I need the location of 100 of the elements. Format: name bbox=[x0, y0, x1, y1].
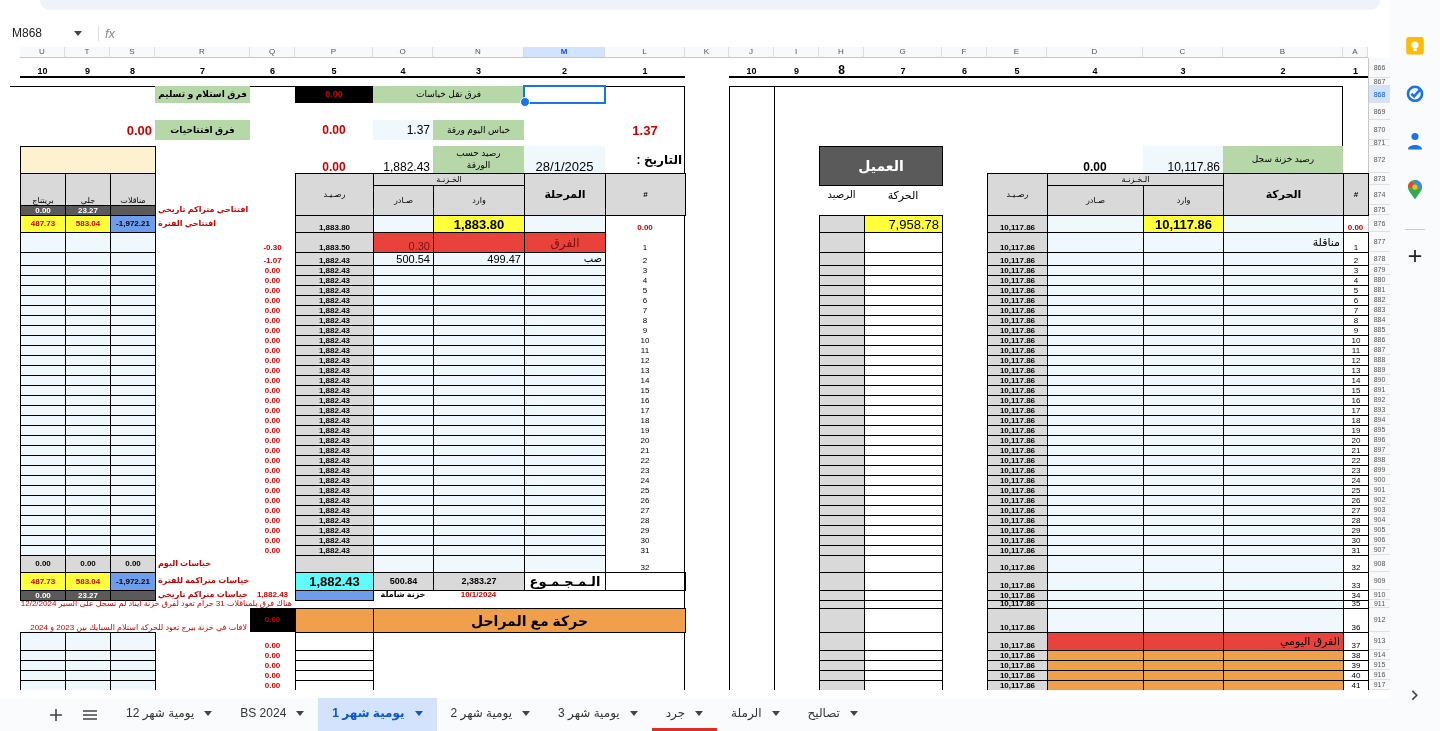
table-cell-text: 20 bbox=[639, 435, 651, 445]
column-header[interactable]: Q bbox=[250, 47, 295, 58]
column-header[interactable]: P bbox=[295, 47, 373, 58]
table-cell-text: 0.00 bbox=[263, 670, 282, 680]
section-title: حركة مع المراحل bbox=[373, 608, 686, 633]
sheet-tab[interactable]: BS 2024 bbox=[226, 698, 319, 731]
column-number: 10 bbox=[20, 58, 65, 78]
column-number: 6 bbox=[250, 58, 295, 78]
table-cell-text: 0.00 bbox=[263, 435, 282, 445]
table-cell-text: 0.00 bbox=[263, 265, 282, 275]
caret-icon[interactable] bbox=[204, 710, 213, 716]
column-header[interactable]: U bbox=[20, 47, 65, 58]
column-header[interactable]: I bbox=[774, 47, 819, 58]
column-header[interactable]: F bbox=[942, 47, 987, 58]
table-cell: 10,117.86 bbox=[987, 215, 1048, 233]
table-cell-text: 23 bbox=[639, 465, 651, 475]
sheet-tab[interactable]: تصاليح bbox=[793, 698, 872, 731]
column-heading: وارد bbox=[433, 185, 525, 216]
column-header[interactable]: T bbox=[65, 47, 110, 58]
sheet-tab[interactable]: يومية شهر 2 bbox=[436, 698, 545, 731]
table-cell-text: 12 bbox=[639, 355, 651, 365]
column-number: 1 bbox=[1343, 58, 1368, 78]
caret-icon[interactable] bbox=[771, 710, 780, 716]
person-icon[interactable] bbox=[1407, 132, 1423, 150]
caret-icon[interactable] bbox=[849, 710, 858, 716]
table-cell-text: 0.00 bbox=[263, 525, 282, 535]
table-cell-text: 1,882.43 bbox=[382, 159, 431, 173]
column-heading: مناقلات bbox=[110, 173, 156, 206]
column-header[interactable]: J bbox=[729, 47, 774, 58]
caret-icon[interactable] bbox=[629, 710, 638, 716]
table-cell-text: 0.00 bbox=[263, 335, 282, 345]
table-cell-text: 0.00 bbox=[263, 315, 282, 325]
add-icon[interactable] bbox=[50, 708, 62, 721]
map-pin-icon[interactable] bbox=[1407, 179, 1423, 200]
table-cell-text: 0.00 bbox=[263, 640, 282, 650]
column-heading: الحركة bbox=[886, 187, 920, 204]
name-box[interactable]: M868 bbox=[0, 26, 74, 40]
menu-icon[interactable] bbox=[83, 709, 97, 720]
table-cell: 1,882.43 bbox=[295, 252, 374, 266]
column-header[interactable]: D bbox=[1047, 47, 1143, 58]
sheet-tab[interactable]: الرملة bbox=[717, 698, 794, 731]
table-cell-text: 0.00 bbox=[263, 275, 282, 285]
column-header[interactable]: N bbox=[433, 47, 524, 58]
table-cell: صب bbox=[524, 252, 606, 266]
caret-icon[interactable] bbox=[695, 710, 704, 716]
column-header[interactable]: C bbox=[1143, 47, 1223, 58]
table-cell-text: 5 bbox=[641, 285, 649, 295]
column-header[interactable]: A bbox=[1343, 47, 1368, 58]
table-cell-text: 0.00 bbox=[263, 305, 282, 315]
table-cell: 487.73 bbox=[20, 215, 66, 233]
column-header[interactable]: R bbox=[155, 47, 250, 58]
column-header[interactable]: S bbox=[110, 47, 155, 58]
table-cell-text: 32 bbox=[639, 562, 651, 572]
column-number: 7 bbox=[864, 58, 942, 78]
table-cell-text: 0.00 bbox=[263, 660, 282, 670]
table-cell-text: 10/1/2024 bbox=[459, 590, 498, 600]
table-cell-text: 16 bbox=[639, 395, 651, 405]
column-heading: رصـيـد bbox=[295, 173, 374, 216]
table-cell-text: 0.00 bbox=[263, 285, 282, 295]
column-heading: بريتناج bbox=[20, 173, 66, 206]
column-header[interactable]: O bbox=[373, 47, 433, 58]
table-cell: 1.37 bbox=[373, 120, 433, 140]
sheet-tab[interactable]: يومية شهر 1 bbox=[318, 698, 437, 731]
check-circle-icon[interactable] bbox=[1405, 84, 1425, 103]
chevron-right-icon[interactable] bbox=[1411, 690, 1419, 701]
table-cell-text: 25 bbox=[639, 485, 651, 495]
table-cell: الفرق bbox=[524, 232, 606, 253]
sheet-tab[interactable]: جرد bbox=[651, 698, 718, 731]
sheet-tab[interactable]: يومية شهر 12 bbox=[112, 698, 227, 731]
table-cell-text: 0.00 bbox=[263, 425, 282, 435]
row-label: افتتاحي الفترة bbox=[157, 217, 218, 230]
add-icon[interactable] bbox=[1408, 250, 1422, 263]
column-header[interactable]: G bbox=[864, 47, 942, 58]
caret-icon[interactable] bbox=[414, 710, 423, 716]
column-header[interactable]: L bbox=[605, 47, 685, 58]
column-header[interactable]: M bbox=[524, 47, 605, 58]
column-heading: # bbox=[605, 173, 686, 216]
table-cell-text: 1,882.43 bbox=[256, 590, 290, 599]
column-heading: المرحلة bbox=[524, 173, 606, 216]
column-number: 2 bbox=[524, 58, 605, 78]
column-heading: جلي bbox=[65, 173, 111, 206]
column-header[interactable]: H bbox=[819, 47, 864, 58]
column-header[interactable]: K bbox=[685, 47, 729, 58]
table-cell-text: 0.00 bbox=[263, 505, 282, 515]
table-cell: 23.27 bbox=[65, 590, 111, 601]
table-cell-text: 24 bbox=[639, 475, 651, 485]
dropdown-caret-icon[interactable] bbox=[74, 30, 82, 36]
table-cell-text: 0.00 bbox=[263, 325, 282, 335]
table-cell-text: 0.00 bbox=[263, 515, 282, 525]
cell-label: خباس اليوم ورقة bbox=[433, 120, 524, 140]
column-header[interactable]: E bbox=[987, 47, 1047, 58]
caret-icon[interactable] bbox=[296, 710, 305, 716]
cell-label: فرق افتتاحيات bbox=[155, 120, 250, 140]
table-cell: 10,117.86 bbox=[1143, 146, 1223, 173]
table-cell-text: 0.00 bbox=[1082, 159, 1108, 173]
sheet-tab[interactable]: يومية شهر 3 bbox=[544, 698, 652, 731]
caret-icon[interactable] bbox=[522, 710, 531, 716]
column-heading: # bbox=[1343, 173, 1369, 216]
column-number: 9 bbox=[774, 58, 819, 78]
column-header[interactable]: B bbox=[1223, 47, 1343, 58]
